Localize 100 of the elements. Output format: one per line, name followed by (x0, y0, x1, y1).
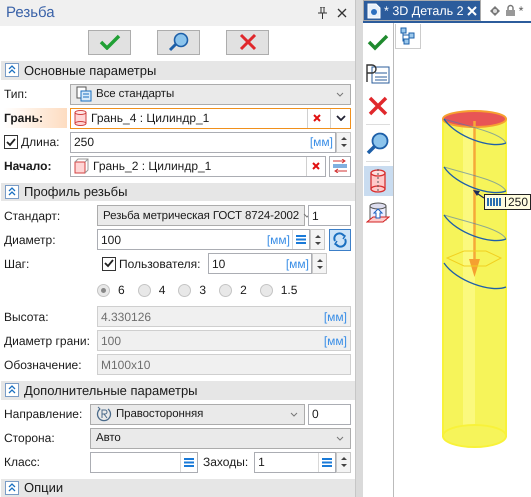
radio-label: 6 (118, 283, 125, 298)
unit-label: [мм] (324, 310, 347, 324)
swap-button[interactable] (329, 156, 351, 177)
check-icon (98, 34, 120, 50)
radio-label: 3 (199, 283, 206, 298)
dimension-label: 250 (484, 194, 531, 210)
list-icon[interactable] (184, 458, 194, 467)
field-label: Направление: (3, 406, 84, 424)
cancel-button[interactable] (226, 30, 269, 55)
spring-icon (485, 197, 506, 207)
unit-label: [мм] (266, 232, 290, 247)
list-icon[interactable] (296, 235, 306, 244)
field-label: Сторона: (3, 430, 56, 448)
dropdown[interactable]: Резьба метрическая ГОСТ 8724-2002 (97, 205, 305, 226)
radio-label: 2 (240, 283, 247, 298)
document-tab[interactable]: * 3D Деталь 2 (363, 0, 481, 21)
checkbox[interactable] (102, 256, 116, 271)
cylinder-button[interactable] (364, 166, 392, 196)
properties-icon (366, 64, 390, 84)
spin-buttons[interactable] (310, 229, 325, 250)
section-title: Основные параметры (24, 62, 156, 78)
field-label: Шаг: (3, 256, 30, 273)
field-label: Тип: (3, 86, 28, 104)
number-field[interactable]: 250 [мм] (70, 132, 336, 153)
field-label: Начало: (3, 158, 52, 176)
chevron-down-icon (336, 115, 346, 122)
list-icon[interactable] (322, 458, 332, 467)
checkbox[interactable] (4, 135, 18, 150)
box-face-icon (74, 158, 89, 174)
radio-button[interactable] (138, 284, 151, 297)
document-tab[interactable]: * (484, 0, 526, 21)
field-label: Класс: (3, 454, 41, 472)
section-title: Профиль резьбы (24, 184, 128, 200)
spin-buttons[interactable] (312, 253, 327, 274)
dropdown[interactable]: Авто (90, 428, 351, 449)
cylinder-icon (74, 110, 87, 126)
field-label: Диаметр: (3, 232, 57, 249)
ok-button[interactable] (88, 30, 131, 55)
number-field[interactable]: 1 (308, 205, 351, 226)
readonly-field: 100 [мм] (97, 330, 351, 352)
cross-icon (368, 96, 388, 116)
readonly-field: 4.330126 [мм] (97, 306, 351, 328)
magnifier-icon (168, 32, 190, 52)
section-header[interactable]: Профиль резьбы (1, 182, 355, 202)
field-label: Длина: (21, 135, 60, 150)
field-label: Заходы: (202, 455, 250, 470)
section-title: Опции (24, 480, 64, 496)
collapse-icon[interactable] (5, 383, 19, 398)
dropdown[interactable]: Все стандарты (70, 84, 351, 105)
radio-button[interactable] (260, 284, 273, 297)
document-icon (367, 2, 381, 18)
field-label: Стандарт: (3, 208, 62, 225)
unit-label: [мм] (286, 256, 309, 271)
panel-title: Резьба (6, 4, 56, 22)
field-label: Грань: (3, 108, 67, 128)
radio-button[interactable] (178, 284, 192, 297)
section-header[interactable]: Дополнительные параметры (1, 381, 355, 400)
radio-button[interactable] (97, 284, 110, 297)
spin-buttons[interactable] (336, 452, 351, 473)
readonly-field: M100x10 (97, 354, 351, 376)
rotation-icon (96, 406, 112, 422)
check-icon (367, 33, 389, 51)
tree-icon (400, 27, 416, 45)
radio-label: 1.5 (280, 283, 298, 298)
selection-field[interactable]: Грань_4 : Цилиндр_1 (70, 108, 351, 129)
dropdown[interactable]: Правосторонняя (90, 404, 305, 425)
lock-icon (504, 4, 516, 17)
document-list-icon (76, 86, 92, 102)
checkbox-label: Пользователя: (119, 256, 200, 271)
section-header[interactable]: Основные параметры (1, 61, 355, 80)
cross-icon (313, 114, 321, 122)
section-header[interactable]: Опции (1, 478, 355, 497)
collapse-icon[interactable] (5, 480, 19, 495)
part-icon (488, 4, 502, 18)
selection-field[interactable]: Грань_2 : Цилиндр_1 (70, 156, 326, 177)
pin-icon[interactable] (318, 6, 327, 19)
radio-label: 4 (158, 283, 166, 298)
refresh-button[interactable] (329, 228, 351, 251)
field-label: Высота: (3, 308, 50, 326)
spin-buttons[interactable] (336, 132, 351, 153)
refresh-icon (332, 232, 348, 248)
cross-icon (238, 33, 256, 52)
number-field[interactable]: 0 (308, 404, 351, 425)
field-label: Диаметр грани: (3, 332, 91, 350)
collapse-icon[interactable] (5, 63, 19, 78)
section-title: Дополнительные параметры (24, 382, 198, 398)
tree-button[interactable] (395, 24, 421, 49)
number-field[interactable]: 10 [мм] (208, 253, 312, 274)
preview-button[interactable] (157, 30, 200, 55)
number-field[interactable]: 100 [мм] (97, 229, 310, 250)
collapse-icon[interactable] (5, 184, 19, 199)
radio-button[interactable] (219, 284, 232, 297)
unit-label: [мм] (324, 334, 347, 348)
number-field[interactable]: 1 (254, 452, 336, 473)
text-field[interactable] (90, 452, 198, 473)
unit-label: [мм] (310, 135, 333, 150)
field-label: Обозначение: (3, 356, 83, 374)
close-icon[interactable] (337, 8, 347, 18)
cross-icon (312, 162, 320, 170)
swap-arrows-icon (332, 159, 348, 174)
